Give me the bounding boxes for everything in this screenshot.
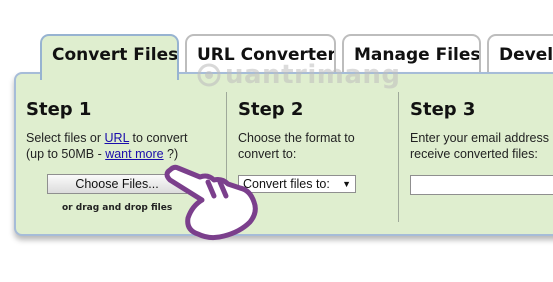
step1-text-suffix: to convert — [129, 131, 188, 145]
convert-panel: Step 1 Select files or URL to convert (u… — [14, 72, 553, 236]
watermark-text: uantrimang — [225, 60, 401, 90]
step3-line2: receive converted files: — [410, 147, 538, 161]
tab-developers[interactable]: Develo — [487, 34, 553, 74]
step3-description: Enter your email address receive convert… — [410, 130, 549, 162]
step1-line2-suffix: ?) — [163, 147, 179, 161]
step3-section: Step 3 Enter your email address receive … — [399, 74, 553, 234]
email-input[interactable] — [410, 175, 553, 195]
step2-line1: Choose the format to — [238, 131, 355, 145]
cursor-hand-icon — [164, 164, 258, 241]
watermark-logo-icon — [197, 63, 221, 87]
step2-line2: convert to: — [238, 147, 297, 161]
step1-text-prefix: Select files or — [26, 131, 105, 145]
step2-description: Choose the format to convert to: — [238, 130, 355, 162]
step1-line2-prefix: (up to 50MB - — [26, 147, 106, 161]
tab-label: Develo — [499, 45, 553, 65]
step3-title: Step 3 — [410, 99, 476, 120]
step1-description: Select files or URL to convert (up to 50… — [26, 130, 187, 162]
step2-title: Step 2 — [238, 99, 304, 120]
tab-convert-files[interactable]: Convert Files — [40, 34, 179, 80]
watermark: uantrimang — [197, 60, 401, 90]
step1-title: Step 1 — [26, 99, 92, 120]
tab-label: Convert Files — [52, 45, 179, 65]
step3-line1: Enter your email address — [410, 131, 549, 145]
want-more-link[interactable]: want more — [105, 147, 163, 161]
chevron-down-icon: ▼ — [342, 179, 351, 189]
url-link[interactable]: URL — [105, 131, 130, 145]
